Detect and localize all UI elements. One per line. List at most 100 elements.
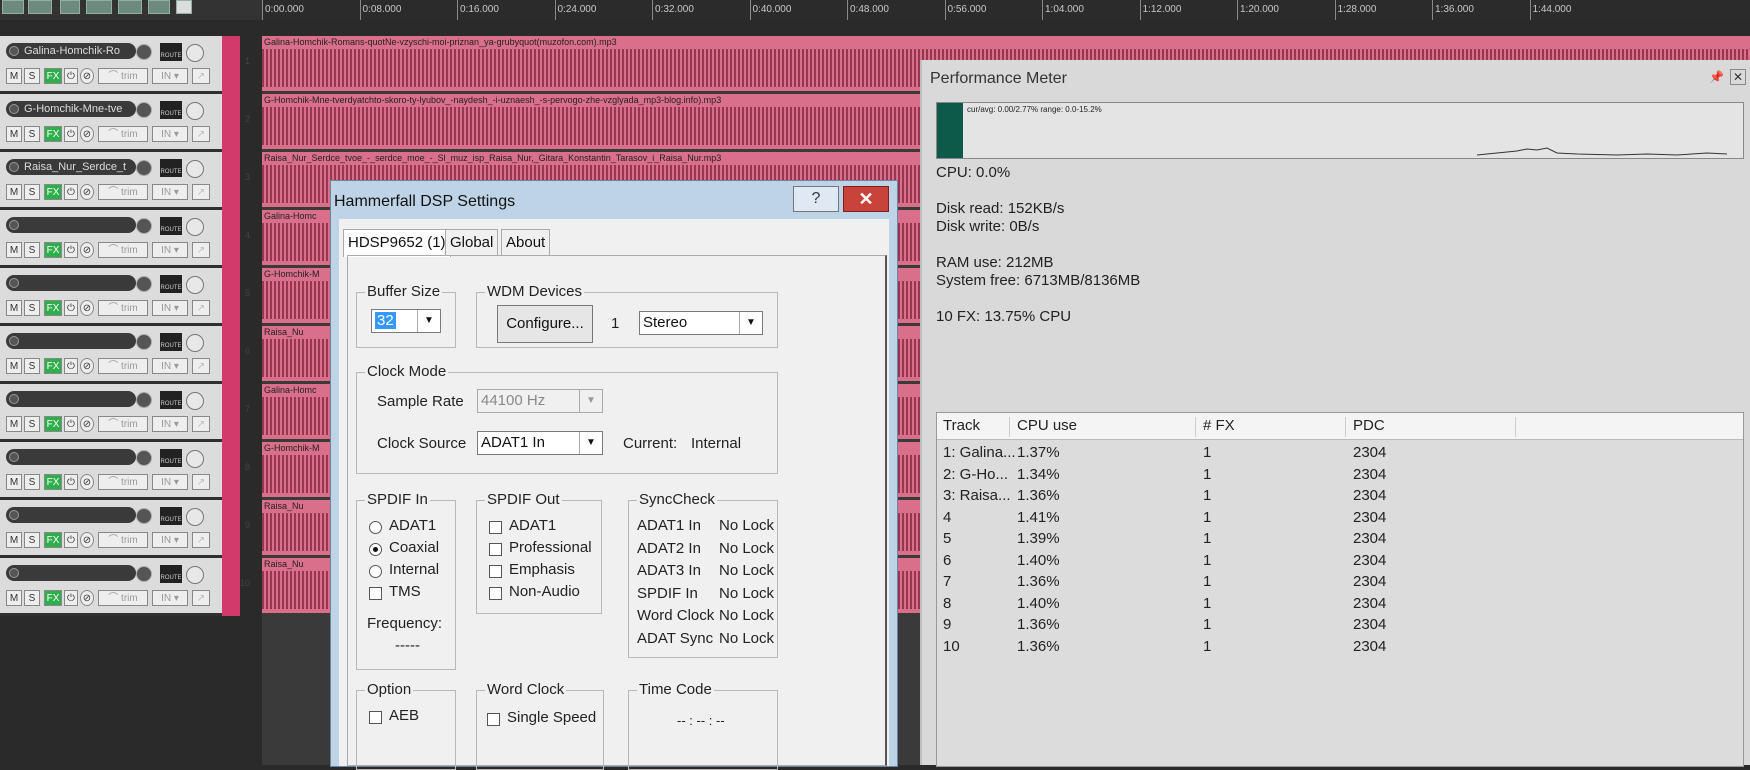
- pan-knob[interactable]: [186, 450, 204, 468]
- metronome-icon[interactable]: [118, 0, 142, 14]
- trim-button[interactable]: ⌒ trim: [98, 358, 148, 374]
- io-icon[interactable]: ↗: [192, 68, 210, 84]
- record-arm-icon[interactable]: [9, 278, 19, 288]
- volume-knob[interactable]: [136, 334, 152, 350]
- col-fx[interactable]: # FX: [1203, 417, 1346, 437]
- solo-button[interactable]: S: [24, 184, 40, 200]
- trim-button[interactable]: ⌒ trim: [98, 590, 148, 606]
- spdif-in-coaxial-radio[interactable]: [369, 543, 382, 556]
- tab-global[interactable]: Global: [445, 229, 499, 255]
- phase-icon[interactable]: ⊘: [80, 474, 94, 490]
- wdm-mode-select[interactable]: Stereo ▼: [639, 311, 763, 335]
- solo-button[interactable]: S: [24, 242, 40, 258]
- mute-button[interactable]: M: [6, 416, 22, 432]
- snap-icon[interactable]: [2, 0, 24, 14]
- solo-button[interactable]: S: [24, 358, 40, 374]
- trim-button[interactable]: ⌒ trim: [98, 474, 148, 490]
- input-select[interactable]: IN ▾: [152, 300, 188, 316]
- perf-table-row[interactable]: 9 1.36% 1 2304: [937, 613, 1743, 637]
- pan-knob[interactable]: [186, 102, 204, 120]
- mute-button[interactable]: M: [6, 300, 22, 316]
- col-cpu[interactable]: CPU use: [1017, 417, 1196, 437]
- record-arm-icon[interactable]: [9, 336, 19, 346]
- mute-button[interactable]: M: [6, 242, 22, 258]
- tab-hdsp9652[interactable]: HDSP9652 (1): [343, 229, 451, 257]
- fx-bypass-icon[interactable]: ⏻: [64, 184, 78, 200]
- fx-button[interactable]: FX: [44, 242, 62, 258]
- mute-button[interactable]: M: [6, 126, 22, 142]
- track-name-field[interactable]: [6, 565, 136, 581]
- fx-button[interactable]: FX: [44, 590, 62, 606]
- loop-icon[interactable]: [148, 0, 170, 14]
- trim-button[interactable]: ⌒ trim: [98, 126, 148, 142]
- track-name-field[interactable]: [6, 391, 136, 407]
- route-button[interactable]: ROUTE: [160, 275, 182, 293]
- input-select[interactable]: IN ▾: [152, 532, 188, 548]
- volume-knob[interactable]: [136, 276, 152, 292]
- phase-icon[interactable]: ⊘: [80, 126, 94, 142]
- phase-icon[interactable]: ⊘: [80, 590, 94, 606]
- pan-knob[interactable]: [186, 218, 204, 236]
- pin-icon[interactable]: 📌: [1709, 70, 1724, 84]
- fx-button[interactable]: FX: [44, 416, 62, 432]
- fx-button[interactable]: FX: [44, 184, 62, 200]
- emphasis-checkbox[interactable]: [489, 565, 502, 578]
- fx-bypass-icon[interactable]: ⏻: [64, 416, 78, 432]
- phase-icon[interactable]: ⊘: [80, 532, 94, 548]
- route-button[interactable]: ROUTE: [160, 449, 182, 467]
- track-name-field[interactable]: [6, 217, 136, 233]
- fx-bypass-icon[interactable]: ⏻: [64, 474, 78, 490]
- perf-table-row[interactable]: 5 1.39% 1 2304: [937, 527, 1743, 551]
- fx-bypass-icon[interactable]: ⏻: [64, 532, 78, 548]
- fx-bypass-icon[interactable]: ⏻: [64, 126, 78, 142]
- pan-knob[interactable]: [186, 334, 204, 352]
- fx-button[interactable]: FX: [44, 300, 62, 316]
- phase-icon[interactable]: ⊘: [80, 68, 94, 84]
- mute-button[interactable]: M: [6, 474, 22, 490]
- solo-button[interactable]: S: [24, 532, 40, 548]
- pan-knob[interactable]: [186, 566, 204, 584]
- configure-button[interactable]: Configure...: [497, 305, 593, 343]
- io-icon[interactable]: ↗: [192, 474, 210, 490]
- phase-icon[interactable]: ⊘: [80, 416, 94, 432]
- route-button[interactable]: ROUTE: [160, 333, 182, 351]
- perf-track-table[interactable]: Track CPU use # FX PDC 1: Galina... 1.37%…: [936, 412, 1744, 767]
- trim-button[interactable]: ⌒ trim: [98, 242, 148, 258]
- phase-icon[interactable]: ⊘: [80, 242, 94, 258]
- io-icon[interactable]: ↗: [192, 532, 210, 548]
- track-name-field[interactable]: [6, 449, 136, 465]
- track-header[interactable]: G-Homchik-Mne-tve ROUTE M S FX ⏻ ⊘ ⌒ trim IN ▾ ↗ 2: [0, 94, 250, 151]
- io-icon[interactable]: ↗: [192, 590, 210, 606]
- pan-knob[interactable]: [186, 392, 204, 410]
- track-header[interactable]: ROUTE M S FX ⏻ ⊘ ⌒ trim IN ▾ ↗ 5: [0, 268, 250, 325]
- ripple-icon[interactable]: [28, 0, 52, 14]
- volume-knob[interactable]: [136, 508, 152, 524]
- perf-table-row[interactable]: 2: G-Ho... 1.34% 1 2304: [937, 463, 1743, 487]
- input-select[interactable]: IN ▾: [152, 184, 188, 200]
- volume-knob[interactable]: [136, 44, 152, 60]
- fx-bypass-icon[interactable]: ⏻: [64, 590, 78, 606]
- record-arm-icon[interactable]: [9, 46, 19, 56]
- trim-button[interactable]: ⌒ trim: [98, 300, 148, 316]
- phase-icon[interactable]: ⊘: [80, 184, 94, 200]
- pan-knob[interactable]: [186, 508, 204, 526]
- route-button[interactable]: ROUTE: [160, 391, 182, 409]
- grid-icon[interactable]: [60, 0, 80, 14]
- pan-knob[interactable]: [186, 276, 204, 294]
- volume-knob[interactable]: [136, 450, 152, 466]
- record-arm-icon[interactable]: [9, 568, 19, 578]
- help-button[interactable]: ?: [793, 186, 839, 212]
- aeb-checkbox[interactable]: [369, 711, 382, 724]
- solo-button[interactable]: S: [24, 590, 40, 606]
- perf-table-row[interactable]: 7 1.36% 1 2304: [937, 570, 1743, 594]
- fx-bypass-icon[interactable]: ⏻: [64, 242, 78, 258]
- track-header[interactable]: ROUTE M S FX ⏻ ⊘ ⌒ trim IN ▾ ↗ 6: [0, 326, 250, 383]
- route-button[interactable]: ROUTE: [160, 159, 182, 177]
- phase-icon[interactable]: ⊘: [80, 300, 94, 316]
- pan-knob[interactable]: [186, 44, 204, 62]
- track-header[interactable]: ROUTE M S FX ⏻ ⊘ ⌒ trim IN ▾ ↗ 4: [0, 210, 250, 267]
- track-header[interactable]: ROUTE M S FX ⏻ ⊘ ⌒ trim IN ▾ ↗ 8: [0, 442, 250, 499]
- input-select[interactable]: IN ▾: [152, 68, 188, 84]
- route-button[interactable]: ROUTE: [160, 101, 182, 119]
- route-button[interactable]: ROUTE: [160, 565, 182, 583]
